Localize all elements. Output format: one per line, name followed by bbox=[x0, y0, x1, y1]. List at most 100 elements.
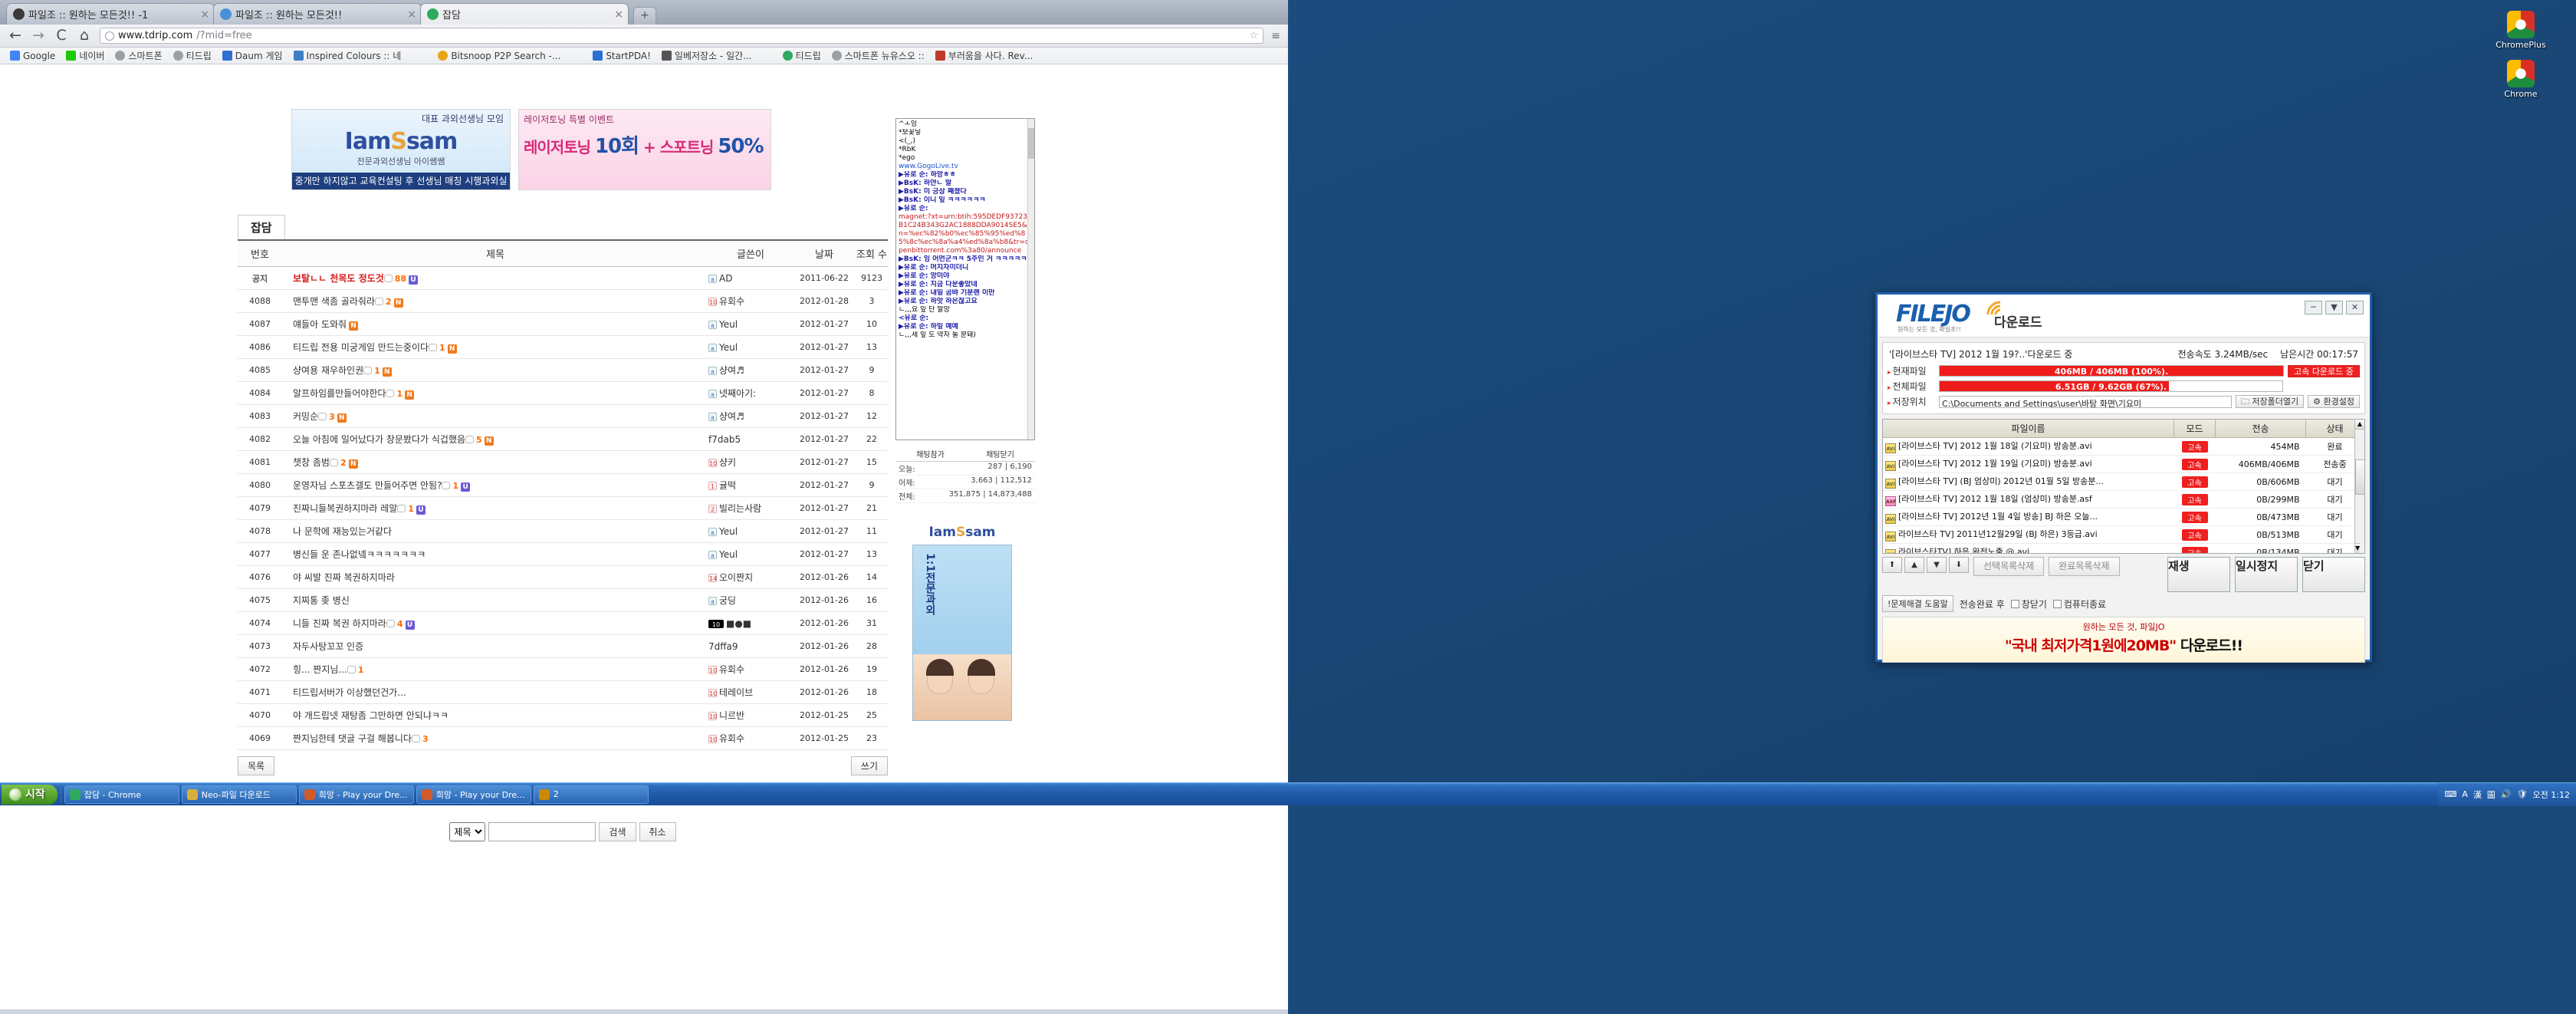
move-up-button[interactable]: ▲ bbox=[1904, 557, 1924, 573]
search-cancel-button[interactable]: 취소 bbox=[639, 822, 676, 841]
forward-icon[interactable]: → bbox=[31, 28, 46, 43]
col-title[interactable]: 제목 bbox=[282, 241, 708, 267]
taskbar-button[interactable]: 잡담 - Chrome bbox=[64, 785, 179, 804]
bookmark-star-icon[interactable]: ☆ bbox=[1250, 30, 1259, 41]
write-button[interactable]: 쓰기 bbox=[851, 756, 888, 775]
post-writer[interactable]: 10유회수 bbox=[708, 290, 793, 313]
post-title[interactable]: 자두사탕꼬꼬 인증 bbox=[293, 641, 363, 652]
post-title[interactable]: 짠지님한테 댓글 구걸 해봅니다 bbox=[293, 733, 412, 744]
post-writer[interactable]: 10유회수 bbox=[708, 727, 793, 750]
post-writer[interactable]: 14오이짠지 bbox=[708, 566, 793, 589]
post-writer[interactable]: 10유회수 bbox=[708, 658, 793, 681]
search-button[interactable]: 검색 bbox=[599, 822, 636, 841]
move-down-button[interactable]: ▼ bbox=[1927, 557, 1947, 573]
tab-filejo-2[interactable]: 파일조 :: 원하는 모든것!! × bbox=[213, 3, 422, 25]
taskbar-button[interactable]: 희망 - Play your Dre... bbox=[416, 785, 531, 804]
keyboard-icon[interactable]: ⌨ bbox=[2444, 789, 2456, 799]
board-tab-jabdam[interactable]: 잡담 bbox=[238, 215, 285, 239]
clock[interactable]: 오전 1:12 bbox=[2533, 788, 2570, 801]
play-button[interactable]: 재생 bbox=[2167, 557, 2230, 592]
desktop-icon-chrome[interactable]: Chrome bbox=[2475, 60, 2567, 99]
chat-scrollbar[interactable] bbox=[1027, 119, 1034, 440]
table-row[interactable]: 4081챗창 좀범2N10샹키2012-01-2715 bbox=[238, 451, 888, 474]
bookmark-smartphone[interactable]: 스마트폰 bbox=[110, 49, 167, 62]
table-row[interactable]: 4071티드립서버가 이상했던건가...10테레이브2012-01-2618 bbox=[238, 681, 888, 704]
tab-jabdam[interactable]: 잡담 × bbox=[420, 3, 629, 25]
troubleshoot-help-button[interactable]: !문제해결 도움말 bbox=[1882, 595, 1953, 612]
reload-icon[interactable]: C bbox=[54, 28, 69, 43]
post-title[interactable]: 맨투맨 색좀 골라줘라 bbox=[293, 296, 375, 307]
file-row[interactable]: AVI[라이브스타 TV] (BJ 엄상미) 2012년 01월 5일 방송분.… bbox=[1883, 473, 2364, 491]
address-bar[interactable]: www.tdrip.com/?mid=free ☆ bbox=[100, 28, 1263, 44]
chat-close-button[interactable]: 채팅닫기 bbox=[986, 448, 1014, 459]
table-row[interactable]: 4072힝... 짠지님...110유회수2012-01-2619 bbox=[238, 658, 888, 681]
table-row[interactable]: 4080운영자님 스포츠갤도 만들어주면 안됨?1U1귤떡2012-01-279 bbox=[238, 474, 888, 497]
ime-mode-icon[interactable]: 圖 bbox=[2487, 788, 2496, 801]
file-row[interactable]: AVI라이브스타TV] 하은 완전노출 @.avi고속0B/134MB대기 bbox=[1883, 544, 2364, 555]
bookmark-burouum[interactable]: 부러움을 사다. Rev... bbox=[930, 49, 1038, 62]
table-row[interactable]: 4079진짜니들복권하지마라 레알1U2빌리는사람2012-01-2721 bbox=[238, 497, 888, 520]
move-top-button[interactable]: ⬆ bbox=[1882, 557, 1902, 573]
file-row[interactable]: AVI라이브스타 TV] 2011년12월29일 (BJ 하은) 3등급.avi… bbox=[1883, 526, 2364, 544]
start-button[interactable]: 시작 bbox=[2, 785, 58, 805]
post-writer[interactable]: 2빌리는사람 bbox=[708, 497, 793, 520]
post-title[interactable]: 알프하임를만들어야한다 bbox=[293, 388, 386, 399]
open-folder-button[interactable]: 🗀 저장폴더열기 bbox=[2236, 395, 2304, 408]
post-title[interactable]: 야 씨발 진짜 복권하지마라 bbox=[293, 572, 395, 583]
table-row[interactable]: 4088맨투맨 색좀 골라줘라2N10유회수2012-01-283 bbox=[238, 290, 888, 313]
bookmark-tdrip-2[interactable]: 티드립 bbox=[777, 49, 826, 62]
post-title[interactable]: 커밍순 bbox=[293, 411, 318, 422]
scroll-up-icon[interactable]: ▲ bbox=[2355, 420, 2364, 430]
table-row[interactable]: 4078나 문학에 재능있는거같다aYeul2012-01-2711 bbox=[238, 520, 888, 543]
delete-selected-button[interactable]: 선택목록삭제 bbox=[1973, 557, 2044, 576]
new-tab-button[interactable]: + bbox=[633, 7, 656, 25]
banner-iamssam[interactable]: 대표 과외선생님 모임 IamSsam 전문과외선생님 아이쌤쌤 중개만 하지않… bbox=[291, 109, 511, 190]
tab-close-icon[interactable]: × bbox=[197, 8, 209, 21]
table-row[interactable]: 4083커밍순3Na샹여♬2012-01-2712 bbox=[238, 405, 888, 428]
move-bottom-button[interactable]: ⬇ bbox=[1949, 557, 1969, 573]
tab-close-icon[interactable]: × bbox=[611, 8, 623, 21]
search-input[interactable] bbox=[488, 822, 596, 841]
col-no[interactable]: 번호 bbox=[238, 241, 282, 267]
search-field-select[interactable]: 제목 bbox=[449, 822, 485, 841]
post-writer[interactable]: aAD bbox=[708, 267, 793, 290]
post-writer[interactable]: 10샹키 bbox=[708, 451, 793, 474]
post-writer[interactable]: aYeul bbox=[708, 336, 793, 359]
table-row[interactable]: 공지보탈ㄴㄴ 천목도 정도것88UaAD2011-06-229123 bbox=[238, 267, 888, 290]
post-writer[interactable]: aYeul bbox=[708, 520, 793, 543]
bookmark-smartphone-news[interactable]: 스마트폰 뉴유스오 :: bbox=[826, 49, 930, 62]
col-hits[interactable]: 조회 수 bbox=[856, 241, 888, 267]
security-icon[interactable]: 🛡 bbox=[2517, 789, 2528, 799]
back-icon[interactable]: ← bbox=[8, 28, 23, 43]
ime-a-icon[interactable]: A bbox=[2462, 789, 2468, 799]
post-writer[interactable]: a넷째아기: bbox=[708, 382, 793, 405]
file-list-scrollbar[interactable]: ▲ ▼ bbox=[2354, 420, 2364, 553]
post-writer[interactable]: a궁딩 bbox=[708, 589, 793, 612]
taskbar-button[interactable]: 희망 - Play your Dre... bbox=[299, 785, 414, 804]
post-writer[interactable]: 1귤떡 bbox=[708, 474, 793, 497]
post-title[interactable]: 티드립서버가 이상했던건가... bbox=[293, 687, 406, 698]
bookmark-inspired-colours[interactable]: Inspired Colours :: 네 bbox=[288, 49, 407, 62]
col-transfer[interactable]: 전송 bbox=[2216, 420, 2306, 438]
col-writer[interactable]: 글쓴이 bbox=[708, 241, 793, 267]
table-row[interactable]: 4074니들 진짜 복권 하지마라4U10■●■2012-01-2631 bbox=[238, 612, 888, 635]
file-row[interactable]: ASF[라이브스타 TV] 2012 1월 18일 (엄상미) 방송분.asf고… bbox=[1883, 491, 2364, 509]
desktop-icon-chromeplus[interactable]: ChromePlus bbox=[2475, 11, 2567, 50]
table-row[interactable]: 4075지찌통 좆 병신a궁딩2012-01-2616 bbox=[238, 589, 888, 612]
post-title[interactable]: 병신들 운 존나없넼ㅋㅋㅋㅋㅋㅋㅋ bbox=[293, 549, 426, 560]
post-title[interactable]: 나 문학에 재능있는거같다 bbox=[293, 526, 392, 537]
side-banner[interactable]: IamSsam 1:1전문과외 bbox=[912, 525, 1012, 721]
banner-laser-toning[interactable]: 레이저토닝 특별 이벤트 레이저토닝 10회 + 스포트닝 50% bbox=[518, 109, 771, 190]
post-writer[interactable]: 7dffa9 bbox=[708, 635, 793, 658]
table-row[interactable]: 4082오늘 아침에 일어났다가 창문봤다가 식겁했음5Nf7dab52012-… bbox=[238, 428, 888, 451]
post-title[interactable]: 보탈ㄴㄴ 천목도 정도것 bbox=[293, 273, 384, 284]
ime-hanja-icon[interactable]: 漢 bbox=[2473, 788, 2482, 801]
file-row[interactable]: AVI[라이브스타 TV] 2012 1월 19일 (기요미) 방송분.avi고… bbox=[1883, 456, 2364, 473]
table-row[interactable]: 4073자두사탕꼬꼬 인증7dffa92012-01-2628 bbox=[238, 635, 888, 658]
table-row[interactable]: 4070야 개드립넷 재탕좀 그만하면 안되냐ㅋㅋ10니르반2012-01-25… bbox=[238, 704, 888, 727]
bookmark-daum-game[interactable]: Daum 게임 bbox=[217, 49, 288, 62]
post-title[interactable]: 진짜니들복권하지마라 레알 bbox=[293, 503, 397, 514]
post-writer[interactable]: a샹여♬ bbox=[708, 359, 793, 382]
table-row[interactable]: 4086티드립 전용 미궁게임 만드는중이다1NaYeul2012-01-271… bbox=[238, 336, 888, 359]
file-row[interactable]: AVI[라이브스타 TV] 2012 1월 18일 (기요미) 방송분.avi고… bbox=[1883, 438, 2364, 456]
